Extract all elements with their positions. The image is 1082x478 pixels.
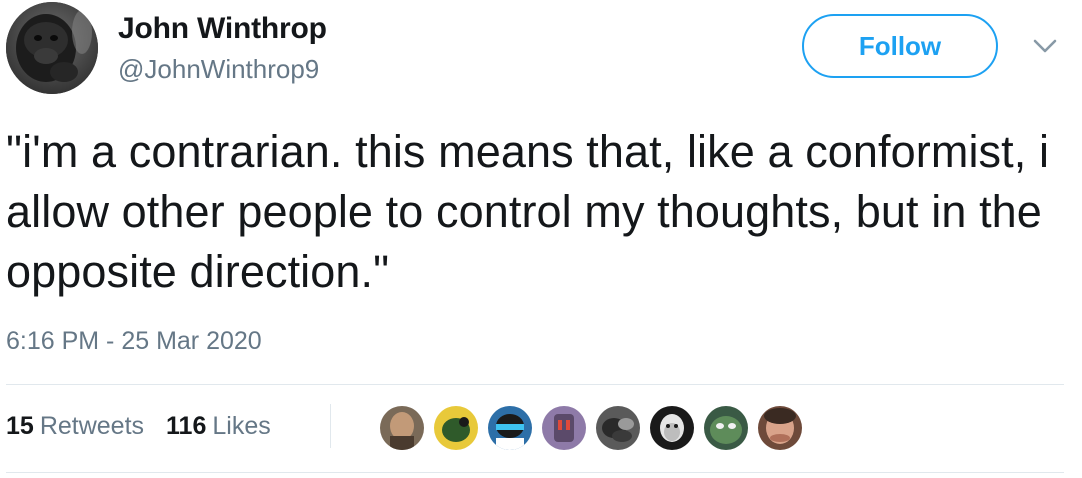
avatar-image	[6, 2, 98, 94]
retweets-count: 15	[6, 412, 34, 440]
tweet-card: John Winthrop @JohnWinthrop9 Follow "i'm…	[0, 0, 1082, 478]
author-handle[interactable]: @JohnWinthrop9	[118, 54, 319, 85]
liker-avatar[interactable]	[650, 406, 694, 450]
follow-button[interactable]: Follow	[802, 14, 998, 78]
likes-stat[interactable]: 116 Likes	[166, 412, 271, 441]
liker-avatar[interactable]	[380, 406, 424, 450]
engagement-stats: 15 Retweets 116 Likes	[6, 412, 293, 441]
author-name[interactable]: John Winthrop	[118, 12, 327, 46]
divider-top	[6, 384, 1064, 385]
retweets-label: Retweets	[39, 412, 145, 440]
tweet-timestamp[interactable]: 6:16 PM - 25 Mar 2020	[6, 327, 262, 356]
likers-avatars	[380, 406, 812, 450]
follow-button-label: Follow	[858, 30, 942, 61]
liker-avatar[interactable]	[542, 406, 586, 450]
avatar[interactable]	[6, 2, 98, 94]
liker-avatar[interactable]	[434, 406, 478, 450]
liker-avatar[interactable]	[758, 406, 802, 450]
tweet-text: "i'm a contrarian. this means that, like…	[6, 126, 1050, 297]
likes-label: Likes	[212, 412, 271, 440]
chevron-down-icon[interactable]	[1030, 34, 1060, 58]
retweets-stat[interactable]: 15 Retweets	[6, 412, 144, 441]
likes-count: 116	[166, 412, 207, 440]
liker-avatar[interactable]	[488, 406, 532, 450]
stats-separator	[330, 404, 331, 448]
liker-avatar[interactable]	[704, 406, 748, 450]
liker-avatar[interactable]	[596, 406, 640, 450]
divider-bottom	[6, 472, 1064, 473]
